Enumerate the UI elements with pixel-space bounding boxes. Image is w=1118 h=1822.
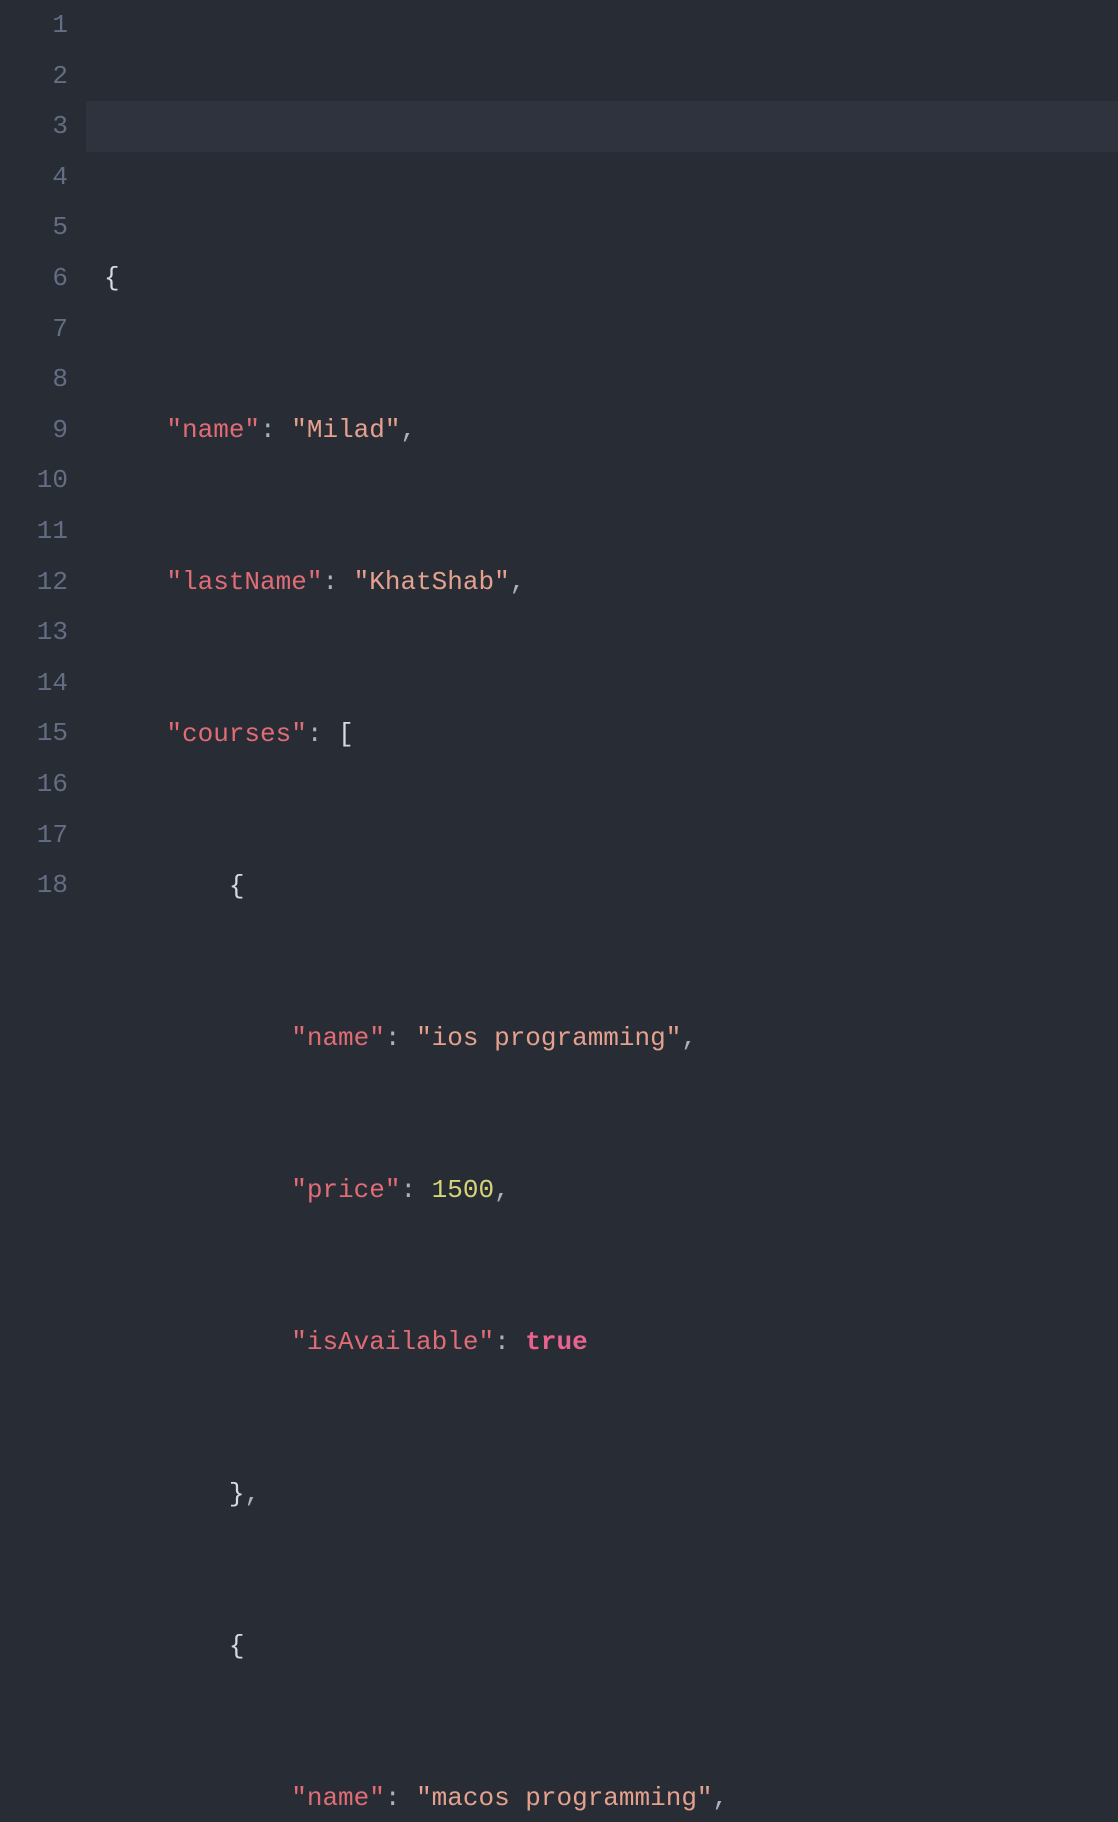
bracket-open: [: [338, 719, 354, 749]
comma: ,: [713, 1783, 729, 1813]
comma: ,: [681, 1023, 697, 1053]
brace-open: {: [104, 263, 120, 293]
line-number: 3: [10, 101, 68, 152]
code-editor[interactable]: 1 2 3 4 5 6 7 8 9 10 11 12 13 14 15 16 1…: [0, 0, 1118, 911]
code-line[interactable]: {: [86, 253, 1118, 304]
line-number: 14: [10, 658, 68, 709]
line-number: 15: [10, 708, 68, 759]
brace-open: {: [229, 1631, 245, 1661]
code-area[interactable]: { "name": "Milad", "lastName": "KhatShab…: [86, 0, 1118, 911]
code-line[interactable]: {: [86, 1621, 1118, 1672]
line-number: 13: [10, 607, 68, 658]
code-line[interactable]: "name": "macos programming",: [86, 1773, 1118, 1822]
code-line[interactable]: [86, 101, 1118, 152]
line-number: 2: [10, 51, 68, 102]
brace-close: }: [229, 1479, 245, 1509]
colon: :: [385, 1023, 401, 1053]
brace-open: {: [229, 871, 245, 901]
code-line[interactable]: "name": "Milad",: [86, 405, 1118, 456]
line-number: 1: [10, 0, 68, 51]
code-line[interactable]: "isAvailable": true: [86, 1317, 1118, 1368]
json-key: "isAvailable": [291, 1327, 494, 1357]
line-number: 7: [10, 304, 68, 355]
line-number-gutter: 1 2 3 4 5 6 7 8 9 10 11 12 13 14 15 16 1…: [0, 0, 86, 911]
code-line[interactable]: "name": "ios programming",: [86, 1013, 1118, 1064]
json-string: "ios programming": [416, 1023, 681, 1053]
comma: ,: [510, 567, 526, 597]
comma: ,: [400, 415, 416, 445]
line-number: 12: [10, 557, 68, 608]
code-line[interactable]: "price": 1500,: [86, 1165, 1118, 1216]
line-number: 6: [10, 253, 68, 304]
colon: :: [260, 415, 276, 445]
json-string: "Milad": [291, 415, 400, 445]
line-number: 16: [10, 759, 68, 810]
line-number: 18: [10, 860, 68, 911]
json-key: "name": [291, 1783, 385, 1813]
json-key: "name": [166, 415, 260, 445]
json-key: "name": [291, 1023, 385, 1053]
line-number: 10: [10, 455, 68, 506]
json-bool: true: [525, 1327, 587, 1357]
json-key: "courses": [166, 719, 306, 749]
line-number: 17: [10, 810, 68, 861]
json-key: "lastName": [166, 567, 322, 597]
json-string: "macos programming": [416, 1783, 712, 1813]
line-number: 8: [10, 354, 68, 405]
colon: :: [494, 1327, 510, 1357]
colon: :: [322, 567, 338, 597]
comma: ,: [244, 1479, 260, 1509]
colon: :: [307, 719, 323, 749]
line-number: 5: [10, 202, 68, 253]
code-line[interactable]: "lastName": "KhatShab",: [86, 557, 1118, 608]
json-number: 1500: [432, 1175, 494, 1205]
json-key: "price": [291, 1175, 400, 1205]
code-line[interactable]: {: [86, 861, 1118, 912]
colon: :: [400, 1175, 416, 1205]
code-line[interactable]: "courses": [: [86, 709, 1118, 760]
line-number: 9: [10, 405, 68, 456]
comma: ,: [494, 1175, 510, 1205]
json-string: "KhatShab": [354, 567, 510, 597]
colon: :: [385, 1783, 401, 1813]
line-number: 11: [10, 506, 68, 557]
code-line[interactable]: },: [86, 1469, 1118, 1520]
line-number: 4: [10, 152, 68, 203]
